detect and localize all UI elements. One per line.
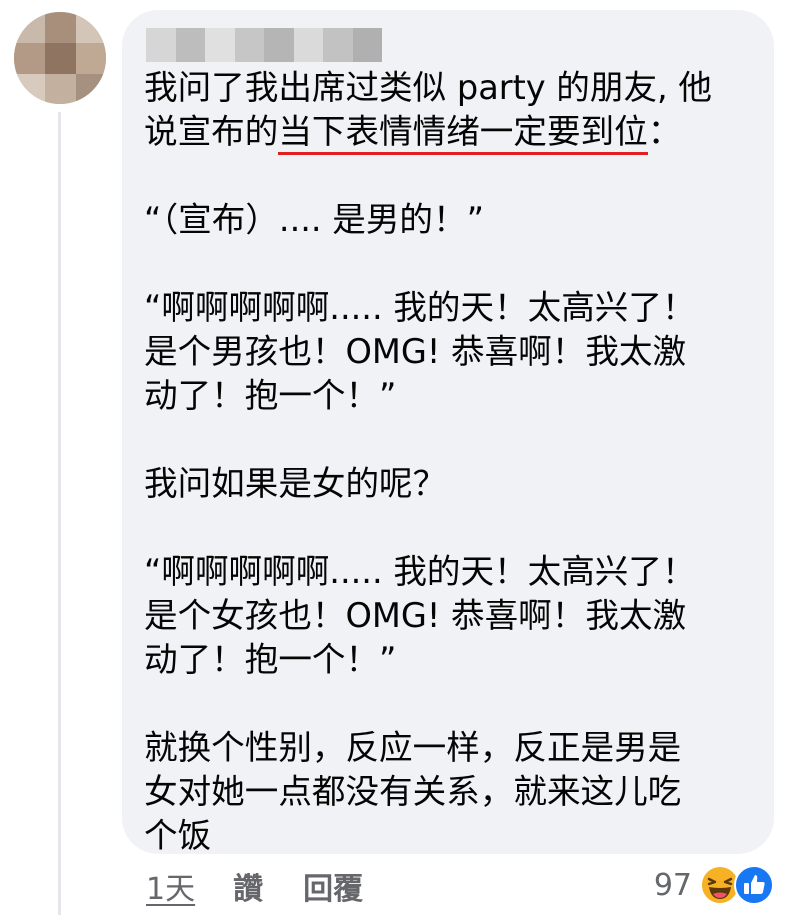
avatar[interactable]: [14, 12, 106, 104]
comment-line: 就换个性别，反应一样，反正是男是: [144, 728, 682, 767]
like-button[interactable]: 讚: [233, 864, 263, 908]
comment-thread: 我问了我出席过类似 party 的朋友, 他 说宣布的当下表情情绪一定要到位： …: [0, 0, 800, 915]
comment-line: 我问了我出席过类似 party 的朋友, 他: [144, 68, 712, 107]
comment-line: 女对她一点都没有关系，就来这儿吃: [144, 772, 682, 811]
reaction-summary[interactable]: 97: [654, 862, 774, 908]
comment-line: 我问如果是女的呢？: [144, 464, 447, 503]
reaction-count: 97: [653, 867, 692, 903]
comment-text: 我问了我出席过类似 party 的朋友, 他 说宣布的当下表情情绪一定要到位： …: [144, 66, 764, 858]
comment-line-segment: 说宣布的: [144, 112, 279, 151]
comment-line: 动了！抱一个！”: [144, 640, 397, 679]
comment-line: 动了！抱一个！”: [144, 376, 397, 415]
comment-actions: 1天 讚 回覆: [146, 864, 403, 908]
comment-line: “啊啊啊啊啊..... 我的天！太高兴了！: [144, 552, 696, 591]
comment-line: 个饭: [144, 816, 212, 855]
comment-line: “（宣布）.... 是男的！”: [144, 200, 484, 239]
thread-line: [58, 112, 61, 915]
comment-line: “啊啊啊啊啊..... 我的天！太高兴了！: [144, 288, 696, 327]
comment-line: 说宣布的当下表情情绪一定要到位：: [144, 110, 764, 155]
comment-line-segment: ：: [647, 112, 682, 151]
author-name-redacted[interactable]: [146, 28, 382, 62]
highlighted-phrase: 当下表情情绪一定要到位: [278, 112, 648, 155]
timestamp-link[interactable]: 1天: [146, 864, 195, 908]
like-icon: [734, 865, 774, 905]
comment-line: 是个女孩也！OMG! 恭喜啊！我太激: [144, 596, 687, 635]
reply-button[interactable]: 回覆: [303, 864, 363, 908]
comment-line: 是个男孩也！OMG! 恭喜啊！我太激: [144, 332, 687, 371]
